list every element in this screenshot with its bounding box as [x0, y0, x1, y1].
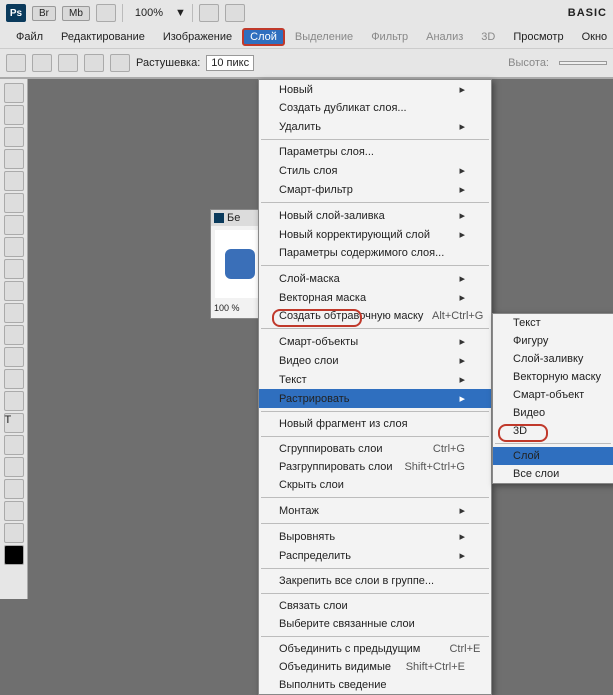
app-header: Ps Br Mb 100% ▼ BASIC Файл Редактировани…: [0, 0, 613, 79]
layer-menu: Новый▸Создать дубликат слоя...Удалить▸ Па…: [258, 79, 492, 695]
menu-3d[interactable]: 3D: [473, 28, 503, 46]
menu-item[interactable]: Выполнить сведение: [259, 676, 491, 694]
menu-item: Текст: [493, 314, 613, 332]
arrange-icon[interactable]: [199, 4, 219, 22]
menu-layer[interactable]: Слой: [242, 28, 285, 46]
layer-thumb-icon: [225, 249, 255, 279]
photoshop-logo-icon[interactable]: Ps: [6, 4, 26, 22]
gradient-tool-icon[interactable]: [4, 325, 24, 345]
eyedrop-tool-icon[interactable]: [4, 193, 24, 213]
menu-item[interactable]: Смарт-объекты▸: [259, 332, 491, 351]
menu-file[interactable]: Файл: [8, 28, 51, 46]
screen-mode-icon[interactable]: [225, 4, 245, 22]
menu-bar: Файл Редактирование Изображение Слой Выд…: [0, 26, 613, 48]
feather-label: Растушевка:: [136, 57, 200, 69]
menu-item: 3D: [493, 422, 613, 440]
menu-item[interactable]: Видео слои▸: [259, 351, 491, 370]
lasso-tool-icon[interactable]: [4, 127, 24, 147]
menu-item[interactable]: Создать обтравочную маскуAlt+Ctrl+G: [259, 307, 491, 325]
tool-preset-icon[interactable]: [6, 54, 26, 72]
menu-select[interactable]: Выделение: [287, 28, 361, 46]
doc-title: Бе: [227, 212, 240, 224]
rasterize-submenu: ТекстФигуруСлой-заливкуВекторную маскуСм…: [492, 313, 613, 484]
view-icon[interactable]: [96, 4, 116, 22]
menu-item[interactable]: Смарт-объект: [493, 386, 613, 404]
sel-new-icon[interactable]: [32, 54, 52, 72]
brush-tool-icon[interactable]: [4, 237, 24, 257]
menu-analysis[interactable]: Анализ: [418, 28, 471, 46]
menu-item: Смарт-фильтр▸: [259, 180, 491, 199]
menu-item[interactable]: Объединить видимыеShift+Ctrl+E: [259, 658, 491, 676]
menu-image[interactable]: Изображение: [155, 28, 240, 46]
stamp-tool-icon[interactable]: [4, 259, 24, 279]
menu-item[interactable]: Новый слой-заливка▸: [259, 206, 491, 225]
menu-item[interactable]: Сгруппировать слоиCtrl+G: [259, 440, 491, 458]
workspace: T Бе 100 % Новый▸Создать дубликат слоя..…: [0, 79, 613, 599]
menu-item[interactable]: Создать дубликат слоя...: [259, 99, 491, 117]
menu-edit[interactable]: Редактирование: [53, 28, 153, 46]
menu-item: Параметры содержимого слоя...: [259, 244, 491, 262]
menu-item: Распределить▸: [259, 546, 491, 565]
zoom-tool-icon[interactable]: [4, 523, 24, 543]
menu-filter[interactable]: Фильтр: [363, 28, 416, 46]
eraser-tool-icon[interactable]: [4, 303, 24, 323]
menu-item[interactable]: Новый корректирующий слой▸: [259, 225, 491, 244]
menu-item[interactable]: Слой-маска▸: [259, 269, 491, 288]
shape-tool-icon[interactable]: [4, 457, 24, 477]
zoom-level[interactable]: 100%: [129, 7, 169, 19]
pen-tool-icon[interactable]: [4, 391, 24, 411]
3d-tool-icon[interactable]: [4, 479, 24, 499]
menu-item[interactable]: Скрыть слои: [259, 476, 491, 494]
sel-int-icon[interactable]: [110, 54, 130, 72]
menu-item: Видео: [493, 404, 613, 422]
crop-tool-icon[interactable]: [4, 171, 24, 191]
menu-item: Векторную маску: [493, 368, 613, 386]
menu-item: Разгруппировать слоиShift+Ctrl+G: [259, 458, 491, 476]
bridge-button[interactable]: Br: [32, 6, 56, 21]
options-bar: Растушевка: 10 пикс Высота:: [0, 48, 613, 78]
menu-item[interactable]: Растрировать▸: [259, 389, 491, 408]
sel-add-icon[interactable]: [58, 54, 78, 72]
mb-button[interactable]: Mb: [62, 6, 90, 21]
height-label: Высота:: [508, 57, 549, 69]
menu-item: Выберите связанные слои: [259, 615, 491, 633]
menu-window[interactable]: Окно: [574, 28, 613, 46]
wand-tool-icon[interactable]: [4, 149, 24, 169]
path-tool-icon[interactable]: [4, 435, 24, 455]
menu-item[interactable]: Монтаж▸: [259, 501, 491, 520]
fg-color-icon[interactable]: [4, 545, 24, 565]
menu-item[interactable]: Параметры слоя...: [259, 143, 491, 161]
menu-item: Текст▸: [259, 370, 491, 389]
height-input[interactable]: [559, 61, 607, 65]
menu-item[interactable]: Стиль слоя▸: [259, 161, 491, 180]
sel-sub-icon[interactable]: [84, 54, 104, 72]
menu-item[interactable]: Все слои: [493, 465, 613, 483]
blur-tool-icon[interactable]: [4, 347, 24, 367]
tools-panel: T: [0, 79, 28, 599]
move-tool-icon[interactable]: [4, 83, 24, 103]
menu-item: Закрепить все слои в группе...: [259, 572, 491, 590]
menu-item[interactable]: Новый▸: [259, 80, 491, 99]
type-tool-icon[interactable]: T: [4, 413, 24, 433]
doc-ps-icon: [214, 213, 224, 223]
hand-tool-icon[interactable]: [4, 501, 24, 521]
workspace-label[interactable]: BASIC: [568, 7, 607, 19]
menu-item: Фигуру: [493, 332, 613, 350]
heal-tool-icon[interactable]: [4, 215, 24, 235]
marquee-tool-icon[interactable]: [4, 105, 24, 125]
history-tool-icon[interactable]: [4, 281, 24, 301]
menu-item[interactable]: Объединить с предыдущимCtrl+E: [259, 640, 491, 658]
menu-item: Выровнять▸: [259, 527, 491, 546]
feather-input[interactable]: 10 пикс: [206, 55, 254, 71]
menu-item[interactable]: Слой: [493, 447, 613, 465]
menu-item[interactable]: Новый фрагмент из слоя: [259, 415, 491, 433]
menu-item[interactable]: Удалить▸: [259, 117, 491, 136]
dodge-tool-icon[interactable]: [4, 369, 24, 389]
menu-view[interactable]: Просмотр: [505, 28, 571, 46]
menu-item[interactable]: Векторная маска▸: [259, 288, 491, 307]
menu-item: Слой-заливку: [493, 350, 613, 368]
top-toolbar: Ps Br Mb 100% ▼ BASIC: [0, 0, 613, 26]
